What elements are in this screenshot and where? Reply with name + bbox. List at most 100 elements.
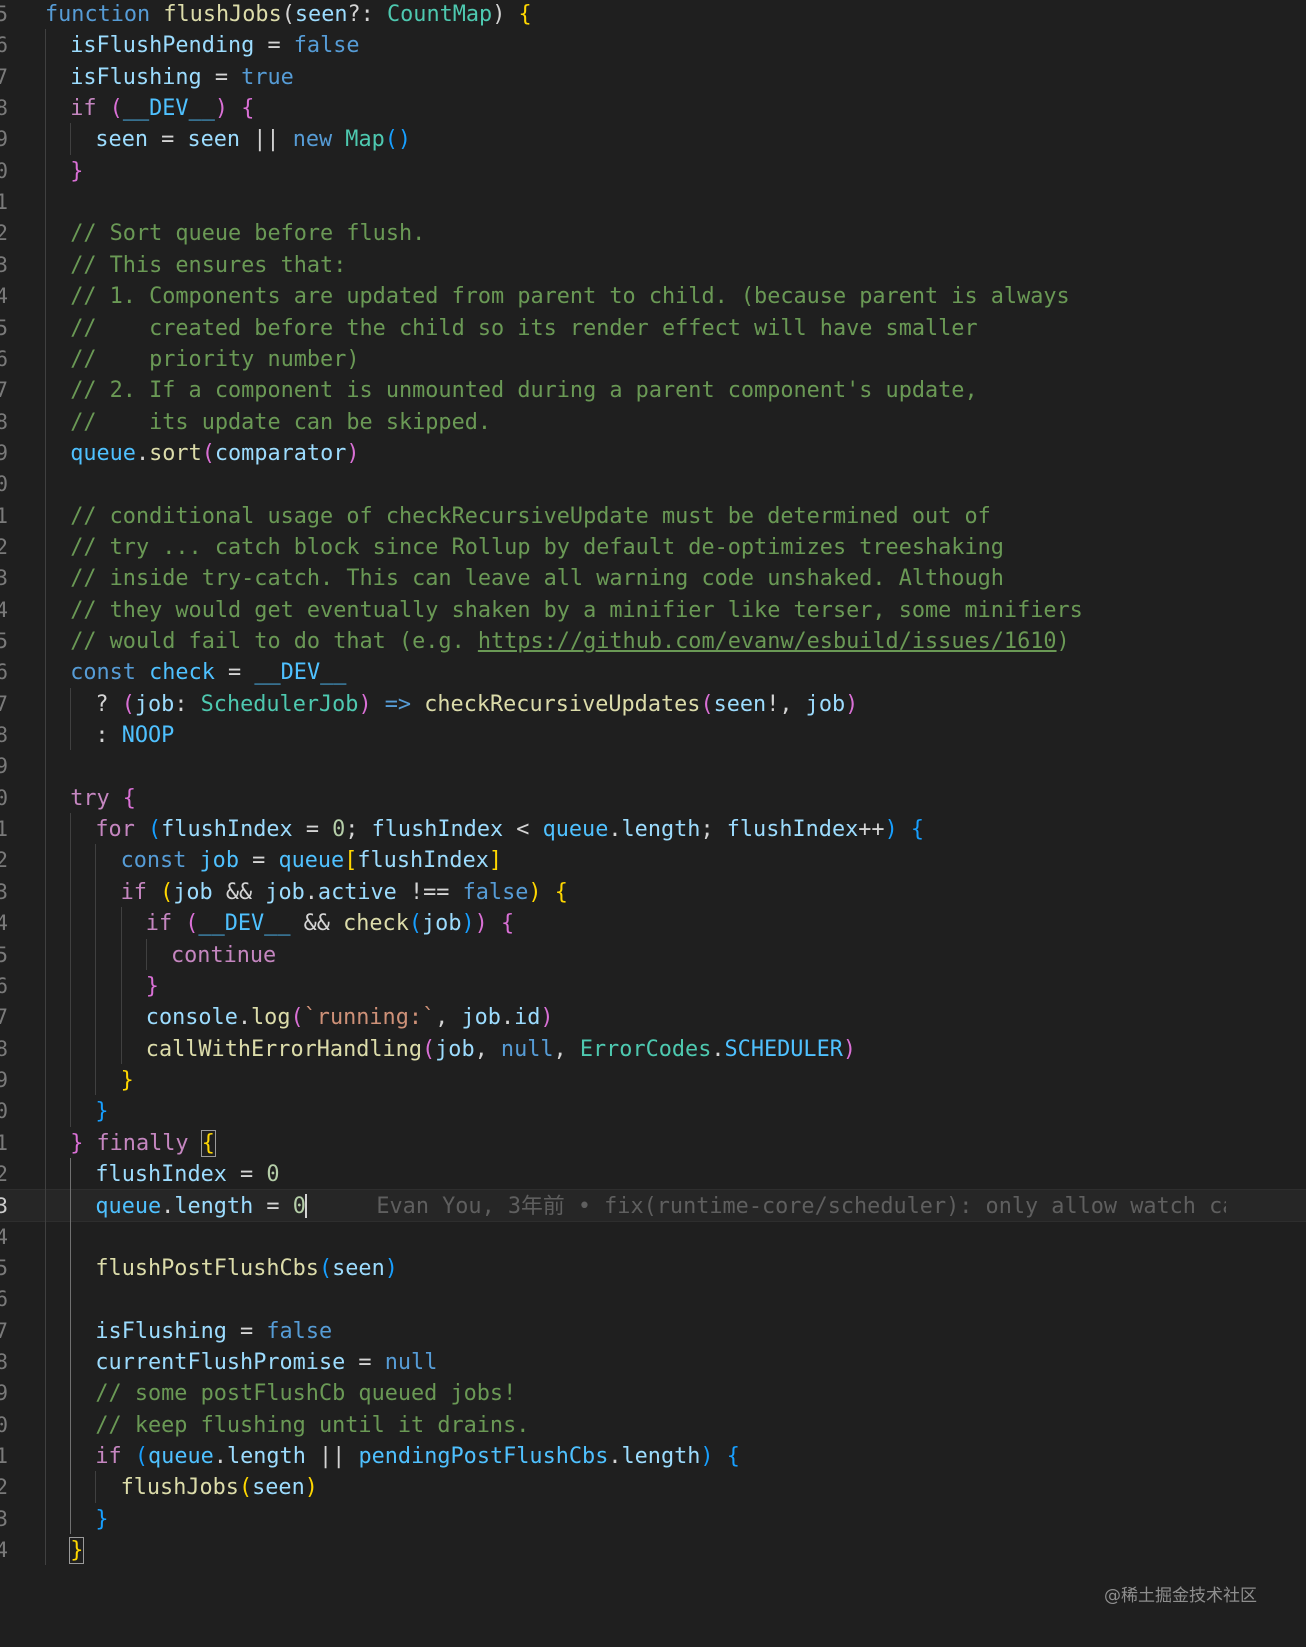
code-line[interactable]: 9: [0, 750, 1306, 783]
code-token: =: [253, 1194, 293, 1220]
code-line[interactable]: 2 // Sort queue before flush.: [0, 217, 1306, 250]
code-token: seen: [252, 1475, 305, 1501]
code-token: =: [345, 1350, 385, 1376]
code-line[interactable]: 1 // conditional usage of checkRecursiveU…: [0, 500, 1306, 533]
code-token: ,: [435, 1005, 462, 1031]
code-line[interactable]: 9 seen = seen || new Map(): [0, 123, 1306, 156]
code-line[interactable]: 0}: [0, 1095, 1306, 1128]
code-token: // its update can be skipped.: [70, 409, 492, 435]
code-line[interactable]: 3 Evan You, 3年前 • fix(runtime-core/schedu…: [0, 1189, 1306, 1223]
code-line[interactable]: 4: [0, 1221, 1306, 1254]
code-line[interactable]: 8: NOOP: [0, 719, 1306, 752]
code-line[interactable]: 2 flushJobs(seen): [0, 1471, 1306, 1504]
code-token: if: [145, 911, 186, 937]
code-line[interactable]: 0: [0, 468, 1306, 501]
code-line[interactable]: 5 flushPostFlushCbs(seen): [0, 1252, 1306, 1285]
code-text: }: [146, 970, 159, 1003]
code-line[interactable]: 8 if (__DEV__) {: [0, 92, 1306, 125]
code-text: try {: [70, 782, 136, 815]
code-line[interactable]: 0 try {: [0, 782, 1306, 815]
code-token: .: [608, 1444, 622, 1470]
code-line[interactable]: 1 for (flushIndex = 0; flushIndex < queue…: [0, 813, 1306, 846]
code-text: if (__DEV__ && check(job)) {: [146, 907, 514, 940]
code-line[interactable]: 1 if (queue.length || pendingPostFlushCbs…: [0, 1440, 1306, 1473]
code-editor[interactable]: 5 function flushJobs(seen?: CountMap) {6 i…: [0, 0, 1306, 1647]
code-text: for (flushIndex = 0; flushIndex < queue.…: [95, 813, 924, 846]
code-line[interactable]: 7 isFlushing = false: [0, 1315, 1306, 1348]
code-line[interactable]: 8 callWithErrorHandling(job, null, ErrorC…: [0, 1033, 1306, 1066]
line-number: 5: [0, 2, 8, 26]
code-line[interactable]: 7 isFlushing = true: [0, 61, 1306, 94]
code-line[interactable]: 2 flushIndex = 0: [0, 1158, 1306, 1191]
code-token: ErrorCodes: [579, 1036, 712, 1062]
code-line[interactable]: 8 // its update can be skipped.: [0, 406, 1306, 439]
code-text: callWithErrorHandling(job, null, ErrorCo…: [146, 1033, 856, 1066]
code-token: flushIndex: [726, 817, 859, 843]
code-line[interactable]: 7 console.log(`running:`, job.id): [0, 1001, 1306, 1034]
code-token: ): [492, 2, 519, 27]
code-line[interactable]: 3 // inside try-catch. This can leave all…: [0, 562, 1306, 595]
line-number: 6: [0, 973, 8, 998]
line-number: 9: [0, 1067, 8, 1092]
line-number: 2: [0, 534, 8, 559]
code-line[interactable]: 5 // would fail to do that (e.g. https://…: [0, 625, 1306, 658]
code-token: finally: [96, 1130, 202, 1156]
indent-guide: [95, 1471, 97, 1503]
code-line[interactable]: 1} finally {: [0, 1127, 1306, 1160]
code-token: isFlushing: [70, 64, 202, 90]
code-token: (: [109, 96, 123, 122]
code-token: if: [120, 879, 161, 905]
code-line[interactable]: 3 if (job && job.active !== false) {: [0, 876, 1306, 909]
line-number: 8: [0, 1350, 8, 1375]
code-link[interactable]: https://github.com/evanw/esbuild/issues/…: [478, 629, 1057, 654]
code-token: ): [346, 440, 360, 466]
code-token: =: [238, 848, 279, 874]
code-line[interactable]: 6}: [0, 970, 1306, 1003]
code-text: // some postFlushCb queued jobs!: [95, 1377, 516, 1410]
line-number: 0: [0, 472, 8, 497]
code-token: false: [462, 879, 529, 905]
line-number: 1: [0, 503, 8, 528]
code-line[interactable]: 5 // created before the child so its rend…: [0, 312, 1306, 345]
code-token: ): [474, 911, 488, 937]
code-line[interactable]: 4 if (__DEV__ && check(job)) {: [0, 907, 1306, 940]
code-line[interactable]: 7 // 2. If a component is unmounted durin…: [0, 374, 1306, 407]
code-token: flushIndex: [371, 817, 504, 843]
code-line[interactable]: 6 isFlushPending = false: [0, 29, 1306, 62]
code-line[interactable]: 8 currentFlushPromise = null: [0, 1346, 1306, 1379]
code-line[interactable]: 2 const job = queue[flushIndex]: [0, 844, 1306, 877]
line-number: 6: [0, 660, 8, 685]
code-line[interactable]: 7? (job: SchedulerJob) => checkRecursive…: [0, 688, 1306, 721]
code-line[interactable]: 4}: [0, 1534, 1306, 1567]
code-line[interactable]: 4 // they would get eventually shaken by …: [0, 594, 1306, 627]
code-text: queue.length = 0: [95, 1190, 307, 1223]
code-text: }: [121, 1064, 134, 1097]
code-line[interactable]: 5 continue: [0, 939, 1306, 972]
code-token: &&: [290, 911, 344, 937]
code-line[interactable]: 6 // priority number): [0, 343, 1306, 376]
code-line[interactable]: 9 queue.sort(comparator): [0, 437, 1306, 470]
indent-guide: [70, 123, 72, 155]
code-line[interactable]: 0}: [0, 155, 1306, 188]
code-line[interactable]: 3 // This ensures that:: [0, 249, 1306, 282]
code-line[interactable]: 9 // some postFlushCb queued jobs!: [0, 1377, 1306, 1410]
code-line[interactable]: 1: [0, 186, 1306, 219]
code-token: length: [174, 1194, 254, 1220]
code-line[interactable]: 4 // 1. Components are updated from paren…: [0, 280, 1306, 313]
code-token: flushIndex: [357, 848, 489, 874]
code-line[interactable]: 2 // try ... catch block since Rollup by …: [0, 531, 1306, 564]
code-token: length: [621, 1444, 701, 1470]
code-text: } finally {: [70, 1127, 216, 1160]
code-token: check: [149, 660, 215, 686]
code-token: (): [384, 127, 412, 153]
code-line[interactable]: 6: [0, 1283, 1306, 1316]
code-line[interactable]: 3}: [0, 1503, 1306, 1536]
code-token: active: [317, 879, 397, 905]
code-line[interactable]: 6 const check = __DEV__: [0, 656, 1306, 689]
line-number: 0: [0, 1099, 8, 1124]
code-line[interactable]: 0 // keep flushing until it drains.: [0, 1409, 1306, 1442]
code-line[interactable]: 5 function flushJobs(seen?: CountMap) {: [0, 0, 1306, 31]
code-line[interactable]: 9}: [0, 1064, 1306, 1097]
